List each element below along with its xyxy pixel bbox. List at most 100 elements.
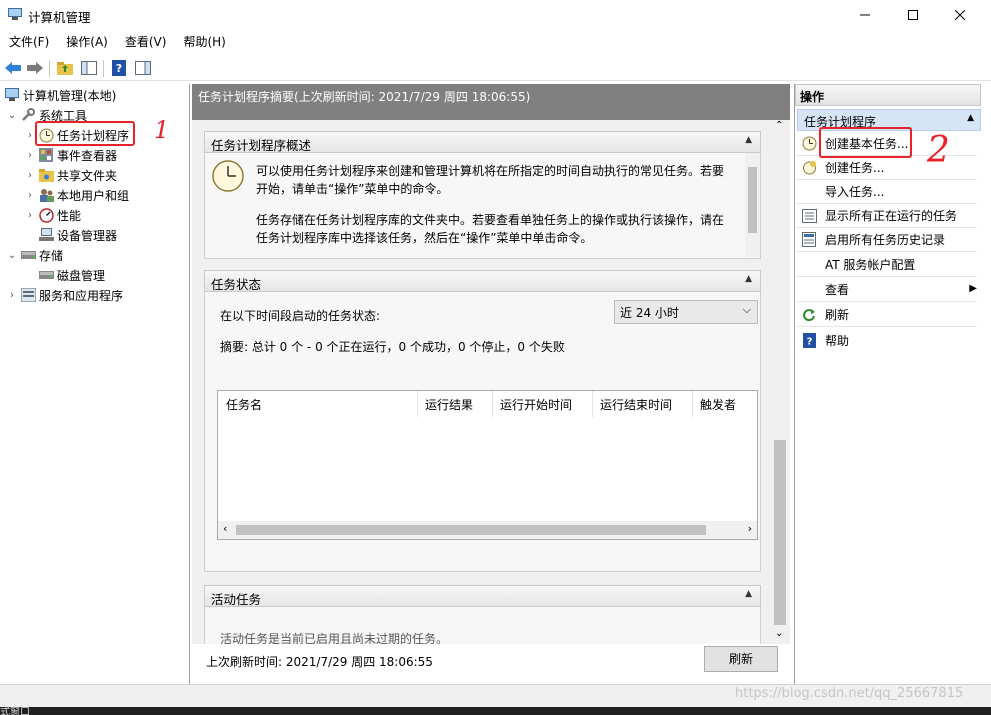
scroll-down-icon[interactable]: ⌄ xyxy=(775,628,783,639)
collapse-icon[interactable]: ▲ xyxy=(745,589,752,599)
help-icon: ? xyxy=(801,332,817,348)
svg-text:?: ? xyxy=(806,336,812,347)
active-tasks-section-header[interactable]: 活动任务 ▲ xyxy=(204,585,761,607)
overview-title: 任务计划程序概述 xyxy=(211,138,312,153)
close-button[interactable] xyxy=(937,0,983,30)
storage-icon xyxy=(20,247,36,263)
action-refresh[interactable]: 刷新 xyxy=(797,303,977,327)
chevron-right-icon[interactable]: › xyxy=(24,190,36,201)
menu-help[interactable]: 帮助(H) xyxy=(174,32,233,52)
status-bar-text: 式窗口 xyxy=(0,707,30,715)
summary-header: 任务计划程序摘要(上次刷新时间: 2021/7/29 周四 18:06:55) xyxy=(192,84,790,120)
tree-item-event-viewer[interactable]: › 事件查看器 xyxy=(24,145,117,165)
chevron-right-icon[interactable]: › xyxy=(6,290,18,301)
menu-action[interactable]: 操作(A) xyxy=(57,32,116,52)
refresh-button[interactable]: 刷新 xyxy=(704,646,778,672)
action-help[interactable]: ? 帮助 xyxy=(797,328,977,352)
tools-icon xyxy=(20,107,36,123)
tree-label: 设备管理器 xyxy=(57,228,118,243)
history-icon xyxy=(801,232,817,248)
services-icon xyxy=(20,287,36,303)
tree-item-storage[interactable]: ⌄ 存储 xyxy=(6,245,63,265)
show-hide-console-tree-icon[interactable] xyxy=(79,58,99,78)
tree-item-shared-folders[interactable]: › 共享文件夹 xyxy=(24,165,117,185)
back-arrow-icon[interactable] xyxy=(3,58,23,78)
center-vscrollbar[interactable]: ⌃ ⌄ xyxy=(772,120,788,644)
action-label: 帮助 xyxy=(825,333,850,348)
tree-label: 共享文件夹 xyxy=(57,168,118,183)
event-viewer-icon xyxy=(38,147,54,163)
collapse-icon[interactable]: ▲ xyxy=(967,113,974,123)
forward-arrow-icon[interactable] xyxy=(25,58,45,78)
menu-file[interactable]: 文件(F) xyxy=(0,32,57,52)
table-hscrollbar[interactable]: ‹ › xyxy=(218,521,757,539)
submenu-arrow-icon: ▶ xyxy=(969,283,977,294)
scroll-right-icon[interactable]: › xyxy=(748,522,752,535)
action-at-service-account[interactable]: AT 服务帐户配置 xyxy=(797,253,977,277)
tree-item-performance[interactable]: › 性能 xyxy=(24,205,81,225)
col-run-start[interactable]: 运行开始时间 xyxy=(493,391,593,417)
tree-item-local-users[interactable]: › 本地用户和组 xyxy=(24,185,129,205)
performance-icon xyxy=(38,207,54,223)
computer-management-icon xyxy=(8,8,22,20)
tree-item-disk-management[interactable]: 磁盘管理 xyxy=(36,265,105,285)
up-folder-icon[interactable] xyxy=(55,58,75,78)
task-status-title: 任务状态 xyxy=(211,277,262,292)
period-select[interactable]: 近 24 小时 ⌵ xyxy=(614,300,758,324)
col-run-end[interactable]: 运行结束时间 xyxy=(593,391,693,417)
tree-label: 服务和应用程序 xyxy=(39,288,124,303)
create-basic-task-icon xyxy=(801,136,817,152)
scroll-left-icon[interactable]: ‹ xyxy=(223,522,227,535)
col-task-name[interactable]: 任务名 xyxy=(218,391,418,417)
collapse-icon[interactable]: ▲ xyxy=(745,274,752,284)
overview-section: 可以使用任务计划程序来创建和管理计算机将在所指定的时间自动执行的常见任务。若要开… xyxy=(204,153,761,259)
help-icon[interactable]: ? xyxy=(109,58,129,78)
taskbar-edge: 式窗口 xyxy=(0,707,991,715)
minimize-button[interactable] xyxy=(842,0,888,30)
overview-paragraph-1: 可以使用任务计划程序来创建和管理计算机将在所指定的时间自动执行的常见任务。若要开… xyxy=(256,164,725,196)
menu-view[interactable]: 查看(V) xyxy=(116,32,175,52)
maximize-button[interactable] xyxy=(890,0,936,30)
task-status-section: 在以下时间段启动的任务状态: 近 24 小时 ⌵ 摘要: 总计 0 个 - 0 … xyxy=(204,292,761,572)
col-triggered-by[interactable]: 触发者 xyxy=(693,391,757,417)
action-label: 刷新 xyxy=(825,308,850,322)
title-bar: 计算机管理 xyxy=(0,0,991,30)
show-action-pane-icon[interactable] xyxy=(133,58,153,78)
chevron-down-icon[interactable]: ⌄ xyxy=(6,250,18,261)
status-summary: 摘要: 总计 0 个 - 0 个正在运行，0 个成功，0 个停止，0 个失败 xyxy=(220,340,565,354)
action-enable-history[interactable]: 启用所有任务历史记录 xyxy=(797,228,977,252)
annotation-box-task-scheduler xyxy=(35,121,135,146)
toolbar: ? xyxy=(0,55,991,81)
chevron-right-icon[interactable]: › xyxy=(24,150,36,161)
action-label: 启用所有任务历史记录 xyxy=(825,233,946,247)
chevron-right-icon[interactable]: › xyxy=(24,170,36,181)
overview-scrollbar[interactable] xyxy=(745,153,760,257)
chevron-right-icon[interactable]: › xyxy=(24,210,36,221)
table-header: 任务名 运行结果 运行开始时间 运行结束时间 触发者 xyxy=(218,391,757,417)
task-table: 任务名 运行结果 运行开始时间 运行结束时间 触发者 ‹ › xyxy=(217,390,758,540)
svg-text:?: ? xyxy=(116,62,122,75)
scroll-up-icon[interactable]: ⌃ xyxy=(775,120,783,131)
collapse-icon[interactable]: ▲ xyxy=(745,135,752,145)
action-display-running-tasks[interactable]: 显示所有正在运行的任务 xyxy=(797,204,977,228)
tree-item-computer-management[interactable]: 计算机管理(本地) xyxy=(2,85,116,105)
chevron-down-icon[interactable]: ⌄ xyxy=(6,110,18,121)
last-refresh-time: 上次刷新时间: 2021/7/29 周四 18:06:55 xyxy=(206,655,433,669)
clock-icon xyxy=(211,159,245,196)
action-label: 显示所有正在运行的任务 xyxy=(825,209,958,223)
action-import-task[interactable]: 导入任务... xyxy=(797,180,977,204)
tree-item-device-manager[interactable]: 设备管理器 xyxy=(36,225,117,245)
menu-bar: 文件(F) 操作(A) 查看(V) 帮助(H) xyxy=(0,32,234,52)
console-tree: 计算机管理(本地) ⌄ 系统工具 › 任务计划程序 › 事件查看器 › 共享文件… xyxy=(0,84,190,684)
action-label: 创建任务... xyxy=(825,161,885,175)
action-create-task[interactable]: 创建任务... xyxy=(797,156,977,180)
device-manager-icon xyxy=(38,227,54,243)
tree-label: 存储 xyxy=(39,248,64,263)
tree-item-services-apps[interactable]: › 服务和应用程序 xyxy=(6,285,123,305)
running-tasks-icon xyxy=(801,208,817,224)
overview-section-header[interactable]: 任务计划程序概述 ▲ xyxy=(204,131,761,153)
task-status-section-header[interactable]: 任务状态 ▲ xyxy=(204,270,761,292)
col-run-result[interactable]: 运行结果 xyxy=(418,391,493,417)
shared-folder-icon xyxy=(38,167,54,183)
action-view[interactable]: 查看 ▶ xyxy=(797,278,977,302)
